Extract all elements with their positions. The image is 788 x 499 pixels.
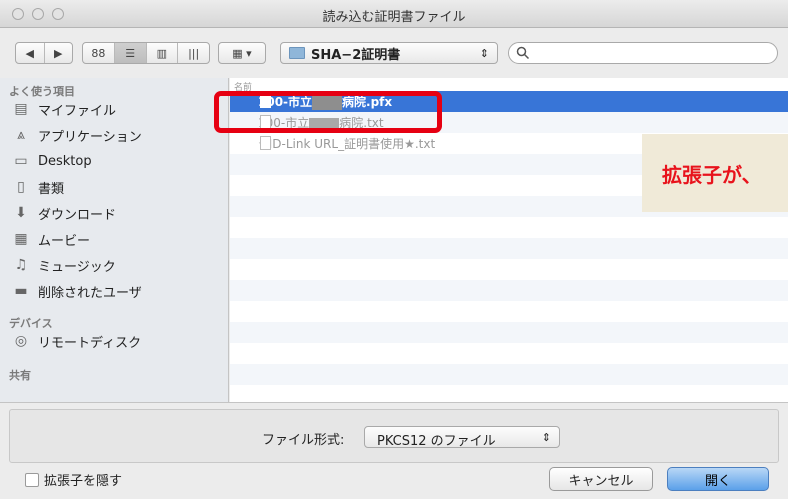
name-column-header[interactable]: 名前 [230,78,788,93]
desktop-icon: ▭ [14,153,28,169]
sidebar-item-label: ダウンロード [38,207,117,223]
sidebar-item-label: ムービー [38,233,91,249]
list-view-icon[interactable]: ☰ [114,43,147,63]
annotation-callout: 拡張子が、 [642,134,788,212]
sidebar-item-applications[interactable]: ⩓ アプリケーション [0,122,228,148]
dialog-footer: ファイル形式: PKCS12 のファイル ⇕ 拡張子を隠す キャンセル 開く [0,402,788,499]
empty-row [230,238,788,259]
document-icon [260,136,271,150]
options-panel: ファイル形式: PKCS12 のファイル ⇕ [9,409,779,463]
disc-icon: ◎ [14,333,28,349]
location-label: SHA−2証明書 [311,47,401,63]
coverflow-view-icon[interactable]: ||| [178,43,209,63]
search-input[interactable] [508,42,778,64]
column-view-icon[interactable]: ▥ [147,43,179,63]
toolbar: ◀ ▶ 88 ☰ ▥ ||| ▦ ▾ SHA−2証明書 ⇕ [0,28,788,78]
movies-icon: ▦ [14,231,28,247]
hide-extension-label: 拡張子を隠す [44,474,123,489]
sidebar-item-label: 削除されたユーザ [38,285,142,301]
back-button[interactable]: ◀ [16,43,45,63]
empty-row [230,259,788,280]
sidebar-item-remote-disc[interactable]: ◎ リモートディスク [0,328,228,354]
checkbox-box[interactable] [25,472,39,487]
sidebar-item-label: マイファイル [38,103,117,119]
devices-header: デバイス [9,317,53,330]
folder-icon [289,47,305,59]
forward-button[interactable]: ▶ [45,43,73,63]
sidebar-item-documents[interactable]: ▯ 書類 [0,174,228,200]
sidebar-item-label: Desktop [38,153,92,169]
sidebar: よく使う項目 ▤ マイファイル ⩓ アプリケーション ▭ Desktop ▯ 書… [0,78,229,402]
sidebar-item-label: アプリケーション [38,129,142,145]
empty-row [230,280,788,301]
sidebar-item-label: 書類 [38,181,65,197]
view-mode-buttons: 88 ☰ ▥ ||| [82,42,210,64]
empty-row [230,322,788,343]
empty-row [230,301,788,322]
sidebar-item-downloads[interactable]: ⬇ ダウンロード [0,200,228,226]
popup-arrows-icon: ⇕ [541,431,551,444]
nav-buttons: ◀ ▶ [15,42,73,64]
downloads-icon: ⬇ [15,205,27,221]
arrange-button[interactable]: ▦ ▾ [218,42,266,64]
icon-view-icon[interactable]: 88 [83,43,115,63]
window-title: 読み込む証明書ファイル [322,10,466,25]
search-icon [516,46,530,60]
documents-icon: ▯ [17,179,25,195]
file-name: ★ID-Link URL_証明書使用★.txt [258,137,436,151]
sidebar-item-desktop[interactable]: ▭ Desktop [0,148,228,174]
file-format-select[interactable]: PKCS12 のファイル ⇕ [364,426,560,449]
sidebar-item-deleted-users[interactable]: ▬ 削除されたユーザ [0,278,228,304]
title-bar: 読み込む証明書ファイル [0,0,788,28]
hide-extension-checkbox[interactable]: 拡張子を隠す [25,470,122,489]
empty-row [230,343,788,364]
empty-row [230,217,788,238]
empty-row [230,385,788,402]
file-format-value: PKCS12 のファイル [377,434,496,449]
applications-icon: ⩓ [17,127,25,143]
sidebar-item-movies[interactable]: ▦ ムービー [0,226,228,252]
open-button[interactable]: 開く [667,467,769,491]
pfx-highlight-box [214,91,442,133]
music-icon: ♫ [14,257,28,273]
favorites-header: よく使う項目 [9,85,75,98]
all-my-files-icon: ▤ [14,101,28,117]
shared-header: 共有 [9,369,31,382]
popup-arrows-icon: ⇕ [479,46,489,60]
arrange-grid-icon: ▦ ▾ [232,46,252,60]
file-format-label: ファイル形式: [262,433,345,448]
empty-row [230,364,788,385]
location-popup[interactable]: SHA−2証明書 ⇕ [280,42,498,64]
sidebar-item-label: ミュージック [38,259,116,275]
sidebar-item-music[interactable]: ♫ ミュージック [0,252,228,278]
folder-icon: ▬ [14,283,28,299]
sidebar-item-my-files[interactable]: ▤ マイファイル [0,96,228,122]
cancel-button[interactable]: キャンセル [549,467,653,491]
sidebar-item-label: リモートディスク [38,335,142,351]
